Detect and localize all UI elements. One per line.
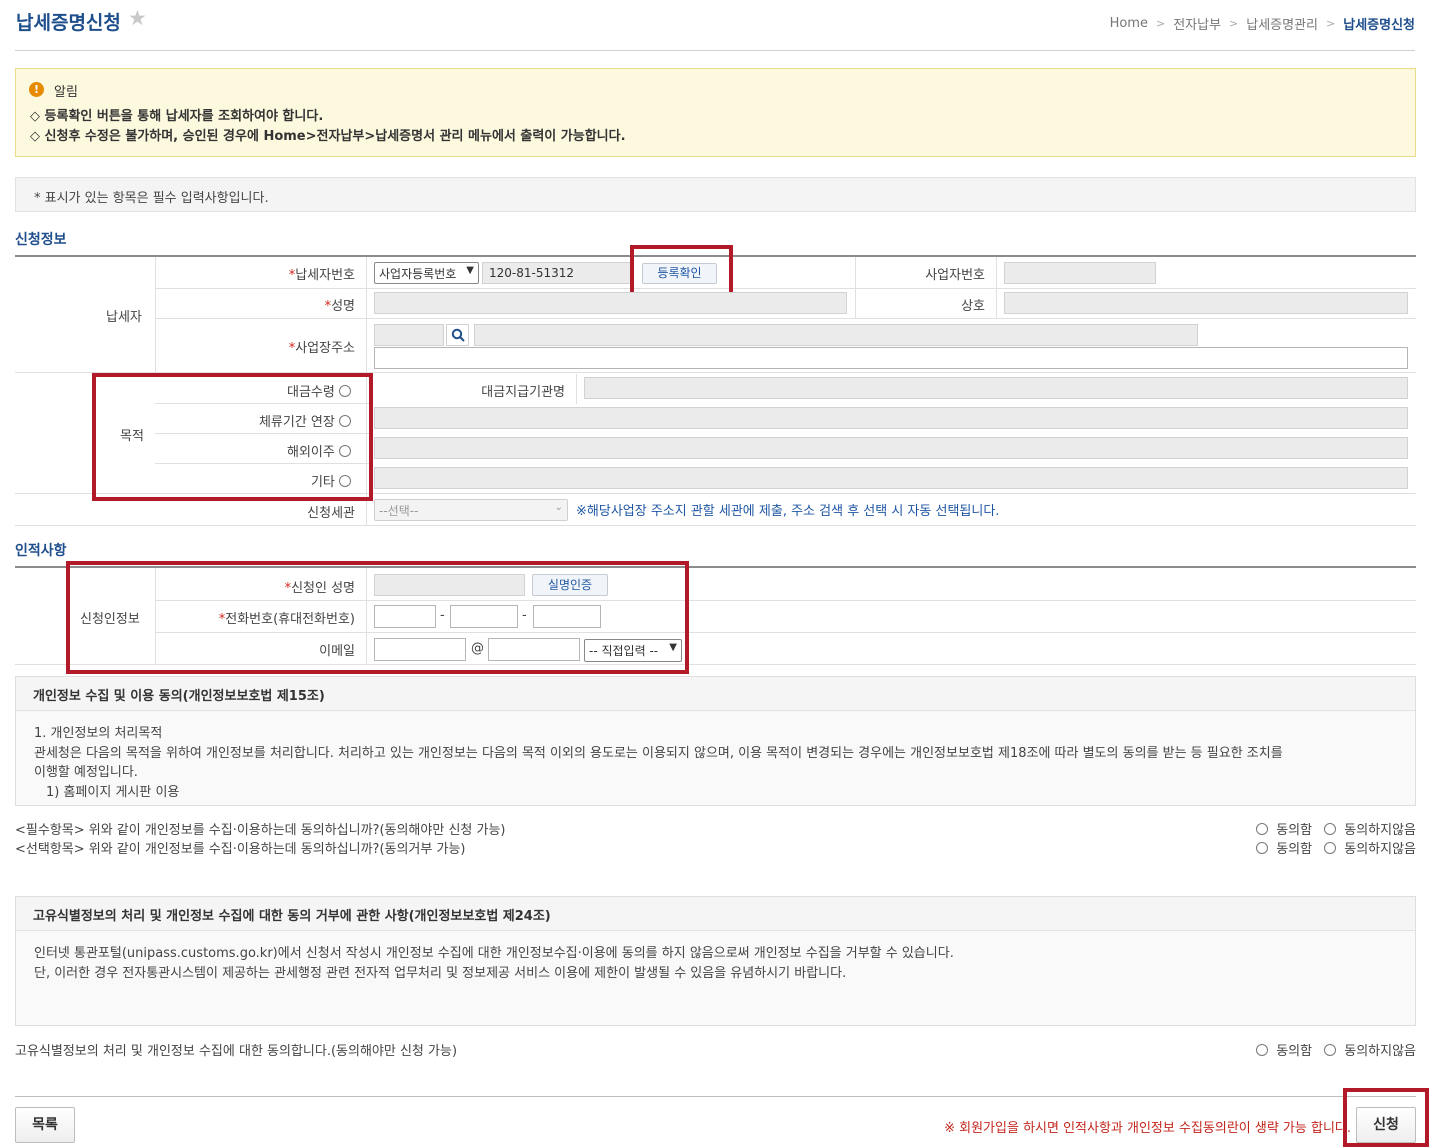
optional-consent-options: 동의함 동의하지않음	[1248, 838, 1416, 858]
notice-title: 알림	[54, 85, 78, 100]
zipcode-field	[374, 324, 444, 346]
address-label: *사업장주소	[288, 341, 355, 356]
id-type-select[interactable]: 사업자등록번호 ▼	[374, 262, 479, 284]
other-field	[374, 467, 1408, 489]
payer-org-field	[584, 377, 1408, 399]
title-divider	[15, 50, 1415, 51]
favorite-star-icon[interactable]: ★	[128, 8, 147, 29]
name-label: *성명	[324, 299, 355, 314]
row-line	[155, 318, 1416, 319]
radio-button[interactable]	[1256, 822, 1269, 835]
radio-button[interactable]	[1324, 822, 1337, 835]
col-line	[996, 257, 997, 318]
chevron-right-icon: >	[1229, 17, 1239, 30]
col-line	[576, 374, 577, 404]
emigration-field	[374, 437, 1408, 459]
consent-text-line: 1. 개인정보의 처리목적	[34, 726, 163, 741]
chevron-down-icon: ⌄	[554, 502, 563, 513]
agree-option[interactable]: 동의함	[1256, 1040, 1312, 1059]
unique-id-consent-options: 동의함 동의하지않음	[1248, 1040, 1416, 1060]
name-field	[374, 292, 847, 314]
col-line	[155, 257, 156, 372]
notice-line-2: ◇ 신청후 수정은 불가하며, 승인된 경우에 Home>전자납부>납세증명서 …	[30, 129, 626, 144]
privacy-consent-box: 개인정보 수집 및 이용 동의(개인정보보호법 제15조) 1. 개인정보의 처…	[15, 676, 1416, 806]
footer-divider	[15, 1096, 1416, 1097]
consent-text-line: 이행할 예정입니다.	[34, 765, 138, 780]
address-search-button[interactable]	[446, 324, 469, 346]
radio-button[interactable]	[1324, 841, 1337, 854]
required-consent-question: <필수항목> 위와 같이 개인정보를 수집·이용하는데 동의하십니까?(동의해야…	[15, 823, 506, 838]
page-title: 납세증명신청	[16, 12, 121, 34]
col-line	[855, 257, 856, 318]
row-line	[15, 525, 1416, 526]
disagree-option[interactable]: 동의하지않음	[1324, 819, 1416, 838]
stay-extension-field	[374, 407, 1408, 429]
radio-button[interactable]	[1324, 1043, 1337, 1056]
member-note: ※ 회원가입을 하시면 인적사항과 개인정보 수집동의란이 생략 가능 합니다.	[944, 1121, 1351, 1136]
highlight-box	[66, 561, 689, 674]
agree-option[interactable]: 동의함	[1256, 838, 1312, 857]
search-icon	[451, 328, 465, 342]
taxpayer-no-input[interactable]: 120-81-51312	[482, 262, 632, 284]
alert-icon: !	[29, 82, 44, 97]
list-button[interactable]: 목록	[15, 1107, 75, 1143]
disagree-option[interactable]: 동의하지않음	[1324, 838, 1416, 857]
breadcrumb-epayment[interactable]: 전자납부	[1173, 14, 1221, 33]
privacy-consent-title: 개인정보 수집 및 이용 동의(개인정보보호법 제15조)	[16, 677, 1415, 711]
row-line	[155, 288, 1416, 289]
breadcrumb-current: 납세증명신청	[1343, 18, 1415, 33]
customs-hint: ※해당사업장 주소지 관할 세관에 제출, 주소 검색 후 선택 시 자동 선택…	[576, 504, 1000, 519]
notice-line-1: ◇ 등록확인 버튼을 통해 납세자를 조회하여야 합니다.	[30, 109, 324, 124]
chevron-right-icon: >	[1326, 17, 1336, 30]
required-consent-options: 동의함 동의하지않음	[1248, 819, 1416, 839]
customs-label: 신청세관	[307, 506, 355, 521]
biz-no-field	[1004, 262, 1156, 284]
unique-id-consent-box: 고유식별정보의 처리 및 개인정보 수집에 대한 동의 거부에 관한 사항(개인…	[15, 896, 1416, 1026]
breadcrumb-tax-cert-mgmt[interactable]: 납세증명관리	[1246, 14, 1318, 33]
chevron-right-icon: >	[1155, 17, 1166, 30]
address-field	[474, 324, 1198, 346]
consent-text-line: 관세청은 다음의 목적을 위하여 개인정보를 처리합니다. 처리하고 있는 개인…	[34, 745, 1283, 761]
required-note: * 표시가 있는 항목은 필수 입력사항입니다.	[15, 177, 1416, 212]
highlight-box	[1343, 1088, 1429, 1147]
consent-text-line: 인터넷 통관포털(unipass.customs.go.kr)에서 신청서 작성…	[34, 946, 954, 961]
breadcrumb-home[interactable]: Home	[1110, 16, 1148, 31]
unique-id-consent-title: 고유식별정보의 처리 및 개인정보 수집에 대한 동의 거부에 관한 사항(개인…	[16, 897, 1415, 931]
consent-text-line: 단, 이러한 경우 전자통관시스템이 제공하는 관세행정 관련 전자적 업무처리…	[34, 965, 847, 981]
consent-text-line: 1) 홈페이지 게시판 이용	[46, 784, 180, 800]
agree-option[interactable]: 동의함	[1256, 819, 1312, 838]
payer-org-label: 대금지급기관명	[481, 385, 565, 400]
section-title-personal: 인적사항	[15, 543, 67, 559]
unique-id-consent-question: 고유식별정보의 처리 및 개인정보 수집에 대한 동의합니다.(동의해야만 신청…	[15, 1044, 458, 1059]
biz-no-label: 사업자번호	[925, 268, 985, 283]
customs-select[interactable]: --선택-- ⌄	[374, 499, 568, 521]
address-detail-input[interactable]	[374, 347, 1408, 369]
radio-button[interactable]	[1256, 841, 1269, 854]
radio-button[interactable]	[1256, 1043, 1269, 1056]
company-label: 상호	[961, 299, 985, 314]
notice-box: ! 알림 ◇ 등록확인 버튼을 통해 납세자를 조회하여야 합니다. ◇ 신청후…	[15, 68, 1416, 157]
highlight-box	[92, 373, 373, 501]
section-title-application: 신청정보	[15, 232, 67, 248]
optional-consent-question: <선택항목> 위와 같이 개인정보를 수집·이용하는데 동의하십니까?(동의거부…	[15, 842, 466, 857]
breadcrumb: Home > 전자납부 > 납세증명관리 > 납세증명신청	[1110, 14, 1415, 33]
company-field	[1004, 292, 1408, 314]
taxpayer-group-label: 납세자	[106, 310, 142, 325]
disagree-option[interactable]: 동의하지않음	[1324, 1040, 1416, 1059]
taxpayer-no-label: *납세자번호	[288, 268, 355, 283]
chevron-down-icon: ▼	[466, 265, 474, 276]
